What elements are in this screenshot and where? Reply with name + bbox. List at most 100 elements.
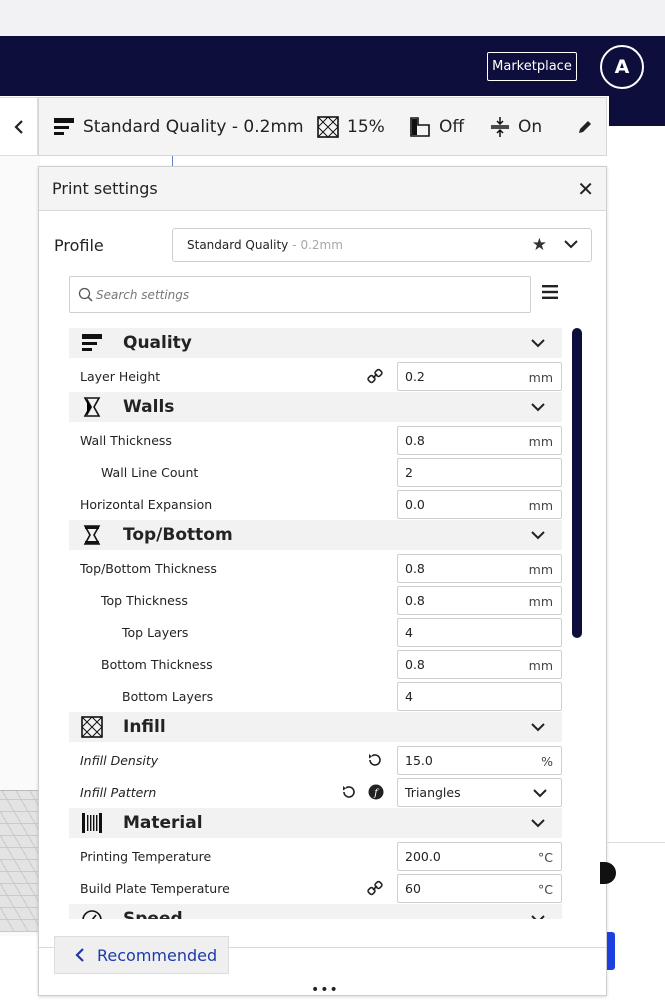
background-primary-button-edge[interactable]: [607, 932, 615, 970]
setting-label: Infill Pattern: [80, 785, 157, 800]
field-value: 4: [405, 625, 413, 640]
background-control: [600, 862, 616, 884]
category-top-bottom[interactable]: Top/Bottom: [69, 520, 562, 550]
field-unit: °C: [538, 850, 553, 865]
support-icon: [410, 116, 430, 137]
edit-settings-button[interactable]: [577, 98, 601, 155]
top-bottom-thickness-field[interactable]: 0.8 mm: [397, 554, 562, 583]
profile-label: Profile: [54, 236, 104, 255]
function-icon[interactable]: f: [368, 784, 384, 800]
field-value: 0.0: [405, 497, 425, 512]
wall-line-count-field[interactable]: 2: [397, 458, 562, 487]
setting-row-wall-line-count: Wall Line Count 2: [69, 456, 562, 488]
support-summary-label: Off: [439, 116, 465, 137]
reset-icon[interactable]: [367, 752, 383, 768]
infill-icon: [81, 716, 103, 738]
infill-pattern-dropdown[interactable]: Triangles: [397, 778, 562, 807]
collapse-panel-button[interactable]: [0, 97, 38, 156]
setting-label: Top Layers: [122, 625, 189, 640]
wall-thickness-field[interactable]: 0.8 mm: [397, 426, 562, 455]
category-infill[interactable]: Infill: [69, 712, 562, 742]
reset-icon[interactable]: [341, 784, 357, 800]
link-icon[interactable]: [367, 368, 383, 384]
recommended-mode-button[interactable]: Recommended: [54, 936, 229, 974]
setting-row-infill-density: Infill Density 15.0%: [69, 744, 562, 776]
setting-row-infill-pattern: Infill Pattern f Triangles: [69, 776, 562, 808]
setting-label: Layer Height: [80, 369, 161, 384]
settings-visibility-menu-icon[interactable]: [541, 284, 559, 300]
category-speed[interactable]: Speed: [69, 904, 562, 919]
print-setup-summary-bar[interactable]: Standard Quality - 0.2mm 15% Off On: [38, 97, 607, 156]
field-unit: mm: [528, 434, 553, 449]
window-title-strip: [0, 0, 665, 36]
field-unit: mm: [528, 658, 553, 673]
setting-label: Build Plate Temperature: [80, 881, 230, 896]
quality-layers-icon: [54, 117, 74, 135]
setting-row-printing-temperature: Printing Temperature 200.0 °C: [69, 840, 562, 872]
account-avatar[interactable]: A: [600, 45, 644, 89]
field-unit: %: [541, 754, 553, 769]
category-walls[interactable]: Walls: [69, 392, 562, 422]
search-settings-input[interactable]: Search settings: [69, 276, 531, 313]
setting-label: Wall Thickness: [80, 433, 172, 448]
field-value: 0.8: [405, 433, 425, 448]
settings-scrollbar[interactable]: [572, 328, 582, 638]
category-label: Top/Bottom: [123, 525, 233, 545]
support-summary[interactable]: Off: [409, 98, 464, 155]
chevron-down-icon: [564, 240, 578, 249]
top-thickness-field[interactable]: 0.8 mm: [397, 586, 562, 615]
settings-list[interactable]: Quality Layer Height 0.2 mm Walls Wall Th…: [69, 328, 563, 919]
category-quality[interactable]: Quality: [69, 328, 562, 358]
profile-name: Standard Quality: [187, 238, 289, 252]
close-icon[interactable]: ✕: [577, 177, 594, 201]
search-icon: [78, 287, 93, 302]
chevron-down-icon: [531, 819, 545, 828]
setting-row-horizontal-expansion: Horizontal Expansion 0.0 mm: [69, 488, 562, 520]
field-value: 60: [405, 881, 421, 896]
horizontal-expansion-field[interactable]: 0.0 mm: [397, 490, 562, 519]
link-icon[interactable]: [367, 880, 383, 896]
field-unit: mm: [528, 562, 553, 577]
setting-label: Top Thickness: [101, 593, 188, 608]
field-value: 200.0: [405, 849, 441, 864]
recommended-label: Recommended: [97, 945, 218, 965]
profile-dropdown[interactable]: Standard Quality - 0.2mm ★: [172, 228, 592, 262]
profile-summary[interactable]: Standard Quality - 0.2mm: [53, 98, 304, 155]
printing-temperature-field[interactable]: 200.0 °C: [397, 842, 562, 871]
bottom-thickness-field[interactable]: 0.8 mm: [397, 650, 562, 679]
top-bottom-icon: [83, 525, 101, 545]
category-material[interactable]: Material: [69, 808, 562, 838]
panel-header: Print settings ✕: [39, 167, 606, 211]
setting-row-build-plate-temperature: Build Plate Temperature 60 °C: [69, 872, 562, 904]
adhesion-icon: [491, 116, 509, 137]
category-label: Quality: [123, 333, 192, 353]
infill-density-field[interactable]: 15.0%: [397, 746, 562, 775]
field-value: 0.8: [405, 593, 425, 608]
chevron-down-icon: [531, 723, 545, 732]
star-icon[interactable]: ★: [532, 235, 547, 255]
adhesion-summary[interactable]: On: [490, 98, 542, 155]
field-value: 0.8: [405, 561, 425, 576]
build-plate-grid: [0, 790, 38, 932]
speed-gauge-icon: [82, 910, 102, 919]
resize-handle-icon[interactable]: •••: [311, 983, 339, 997]
infill-icon: [317, 115, 339, 138]
top-layers-field[interactable]: 4: [397, 618, 562, 647]
build-plate-temperature-field[interactable]: 60 °C: [397, 874, 562, 903]
setting-label: Top/Bottom Thickness: [80, 561, 217, 576]
setting-label: Infill Density: [80, 753, 159, 768]
chevron-down-icon: [533, 789, 547, 798]
infill-summary[interactable]: 15%: [317, 98, 385, 155]
marketplace-button[interactable]: Marketplace: [487, 52, 577, 81]
field-unit: mm: [528, 498, 553, 513]
bottom-layers-field[interactable]: 4: [397, 682, 562, 711]
adhesion-summary-label: On: [518, 116, 543, 137]
chevron-down-icon: [531, 915, 545, 919]
setting-row-layer-height: Layer Height 0.2 mm: [69, 360, 562, 392]
layer-height-field[interactable]: 0.2 mm: [397, 362, 562, 391]
background-divider: [607, 842, 665, 843]
profile-layer-height: - 0.2mm: [292, 238, 343, 252]
field-unit: mm: [528, 594, 553, 609]
setting-label: Bottom Thickness: [101, 657, 213, 672]
material-spool-icon: [82, 813, 102, 833]
